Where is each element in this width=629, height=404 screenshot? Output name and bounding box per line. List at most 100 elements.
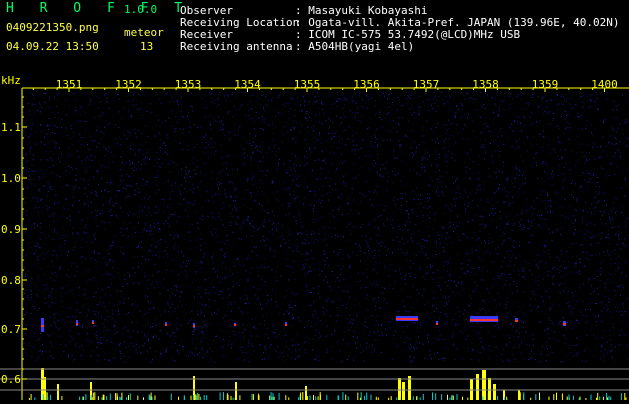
- meteor-count: 13: [140, 40, 154, 53]
- noise-pixel: [378, 335, 380, 337]
- noise-pixel: [163, 202, 165, 204]
- noise-pixel: [166, 153, 168, 155]
- noise-pixel: [201, 97, 203, 99]
- noise-pixel: [275, 271, 277, 273]
- noise-pixel: [366, 345, 367, 347]
- noise-pixel: [422, 126, 423, 128]
- noise-pixel: [339, 206, 341, 208]
- noise-pixel: [122, 334, 124, 335]
- noise-pixel: [379, 255, 381, 257]
- noise-pixel: [563, 335, 565, 336]
- noise-pixel: [518, 138, 520, 140]
- noise-pixel: [574, 209, 576, 211]
- noise-pixel: [452, 332, 454, 334]
- noise-pixel: [336, 167, 338, 169]
- noise-pixel: [37, 256, 39, 258]
- noise-pixel: [345, 285, 347, 287]
- noise-pixel: [159, 147, 161, 149]
- noise-pixel: [610, 220, 612, 221]
- noise-pixel: [580, 143, 582, 145]
- noise-pixel: [144, 343, 146, 345]
- noise-pixel: [204, 152, 206, 154]
- noise-pixel: [427, 99, 429, 101]
- noise-pixel: [283, 181, 285, 183]
- noise-pixel: [533, 201, 535, 202]
- noise-pixel: [329, 191, 331, 193]
- noise-pixel: [195, 272, 197, 274]
- noise-pixel: [159, 293, 161, 294]
- noise-pixel: [299, 201, 300, 203]
- noise-pixel: [149, 158, 150, 160]
- noise-pixel: [511, 196, 513, 198]
- noise-pixel: [50, 150, 52, 152]
- noise-pixel: [189, 106, 191, 108]
- noise-pixel: [201, 350, 203, 352]
- noise-pixel: [573, 355, 575, 357]
- noise-pixel: [256, 255, 258, 257]
- noise-pixel: [349, 264, 351, 265]
- noise-pixel: [96, 304, 98, 305]
- noise-pixel: [247, 178, 249, 179]
- noise-pixel: [377, 324, 379, 326]
- noise-pixel: [261, 190, 263, 192]
- noise-pixel: [104, 359, 106, 360]
- noise-pixel: [331, 104, 333, 105]
- noise-pixel: [321, 150, 323, 152]
- noise-pixel: [313, 263, 315, 265]
- noise-pixel: [340, 268, 342, 270]
- noise-pixel: [513, 345, 515, 347]
- noise-pixel: [101, 221, 103, 223]
- noise-pixel: [442, 148, 444, 150]
- noise-pixel: [501, 102, 503, 104]
- noise-pixel: [96, 261, 98, 263]
- noise-pixel: [172, 110, 174, 112]
- noise-pixel: [616, 310, 618, 312]
- noise-pixel: [260, 284, 261, 286]
- noise-pixel: [69, 219, 71, 221]
- noise-pixel: [246, 179, 248, 181]
- noise-pixel: [468, 252, 469, 254]
- noise-pixel: [621, 272, 623, 274]
- noise-pixel: [56, 126, 58, 128]
- noise-pixel: [477, 350, 479, 352]
- noise-pixel: [586, 181, 588, 183]
- noise-pixel: [387, 248, 389, 250]
- noise-pixel: [402, 300, 403, 302]
- noise-pixel: [417, 243, 419, 245]
- noise-pixel: [576, 353, 578, 355]
- noise-pixel: [409, 169, 411, 171]
- noise-pixel: [70, 166, 72, 168]
- noise-pixel: [262, 161, 264, 163]
- noise-pixel: [229, 336, 230, 337]
- noise-pixel: [37, 340, 39, 342]
- noise-pixel: [477, 237, 479, 239]
- noise-pixel: [480, 341, 482, 343]
- noise-pixel: [412, 322, 414, 323]
- noise-pixel: [590, 293, 592, 295]
- noise-pixel: [519, 347, 520, 348]
- noise-pixel: [145, 258, 147, 260]
- noise-pixel: [68, 354, 70, 356]
- noise-pixel: [313, 142, 315, 143]
- noise-pixel: [402, 229, 404, 231]
- noise-pixel: [457, 236, 459, 238]
- noise-pixel: [456, 348, 458, 350]
- noise-pixel: [479, 245, 481, 247]
- noise-pixel: [385, 162, 387, 164]
- noise-pixel: [542, 149, 544, 151]
- noise-pixel: [277, 165, 279, 167]
- noise-pixel: [433, 278, 435, 280]
- noise-pixel: [289, 160, 291, 161]
- noise-pixel: [608, 175, 610, 177]
- noise-pixel: [177, 236, 179, 237]
- noise-pixel: [241, 238, 243, 240]
- noise-pixel: [281, 242, 283, 244]
- noise-pixel: [295, 141, 297, 143]
- noise-pixel: [348, 256, 350, 258]
- noise-pixel: [373, 351, 375, 353]
- noise-pixel: [402, 326, 404, 327]
- noise-pixel: [155, 219, 157, 221]
- noise-pixel: [58, 329, 60, 331]
- noise-pixel: [245, 302, 247, 304]
- noise-pixel: [75, 167, 77, 169]
